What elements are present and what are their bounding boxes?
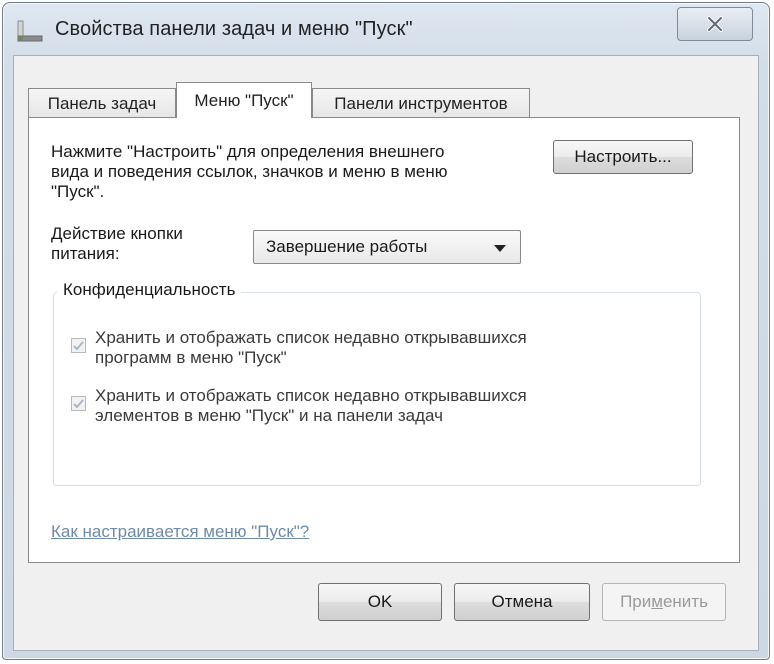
apply-label-accel: м — [651, 592, 663, 611]
ok-button[interactable]: OK — [318, 583, 442, 621]
recent-programs-checkbox[interactable] — [71, 338, 86, 353]
option-line: Хранить и отображать список недавно откр… — [95, 328, 527, 347]
option-line: программ в меню "Пуск" — [95, 348, 287, 367]
description-line: "Пуск". — [51, 182, 105, 201]
recent-items-checkbox[interactable] — [71, 396, 86, 411]
option-line: Хранить и отображать список недавно откр… — [95, 386, 527, 405]
recent-programs-label: Хранить и отображать список недавно откр… — [95, 328, 695, 368]
description-line: вида и поведения ссылок, значков и меню … — [51, 162, 448, 181]
apply-label-end: енить — [662, 592, 708, 611]
cancel-button[interactable]: Отмена — [454, 583, 590, 621]
window-title: Свойства панели задач и меню "Пуск" — [55, 18, 413, 40]
check-mark-icon — [73, 399, 84, 409]
apply-label-start: При — [620, 592, 652, 611]
description-line: Нажмите "Настроить" для определения внеш… — [51, 142, 445, 161]
apply-button[interactable]: При м енить — [602, 583, 726, 621]
tab-start-menu[interactable]: Меню "Пуск" — [176, 82, 312, 118]
option-line: элементов в меню "Пуск" и на панели зада… — [95, 406, 443, 425]
power-label-line: Действие кнопки — [51, 224, 183, 243]
customize-description: Нажмите "Настроить" для определения внеш… — [51, 142, 531, 202]
chevron-down-icon — [494, 245, 506, 252]
customize-button[interactable]: Настроить... — [553, 140, 693, 174]
title-bar[interactable]: Свойства панели задач и меню "Пуск" — [3, 3, 769, 55]
dialog-client-area: Панель задач Меню "Пуск" Панели инструме… — [13, 55, 759, 651]
close-x-icon — [707, 16, 723, 32]
power-button-action-label: Действие кнопки питания: — [51, 224, 251, 264]
power-action-value: Завершение работы — [266, 237, 428, 256]
start-menu-tab-panel: Нажмите "Настроить" для определения внеш… — [28, 117, 740, 563]
power-action-dropdown[interactable]: Завершение работы — [253, 230, 521, 264]
taskbar-properties-window: Свойства панели задач и меню "Пуск" Пане… — [2, 2, 770, 660]
tab-toolbars[interactable]: Панели инструментов — [312, 88, 530, 118]
close-button[interactable] — [677, 7, 753, 41]
recent-items-label: Хранить и отображать список недавно откр… — [95, 386, 695, 426]
privacy-group-title: Конфиденциальность — [57, 280, 242, 300]
check-mark-icon — [73, 341, 84, 351]
tab-strip: Панель задач Меню "Пуск" Панели инструме… — [28, 82, 748, 118]
start-menu-help-link[interactable]: Как настраивается меню "Пуск"? — [51, 522, 309, 542]
tab-taskbar[interactable]: Панель задач — [28, 88, 176, 118]
taskbar-window-icon — [17, 20, 43, 42]
power-label-line: питания: — [51, 244, 120, 263]
